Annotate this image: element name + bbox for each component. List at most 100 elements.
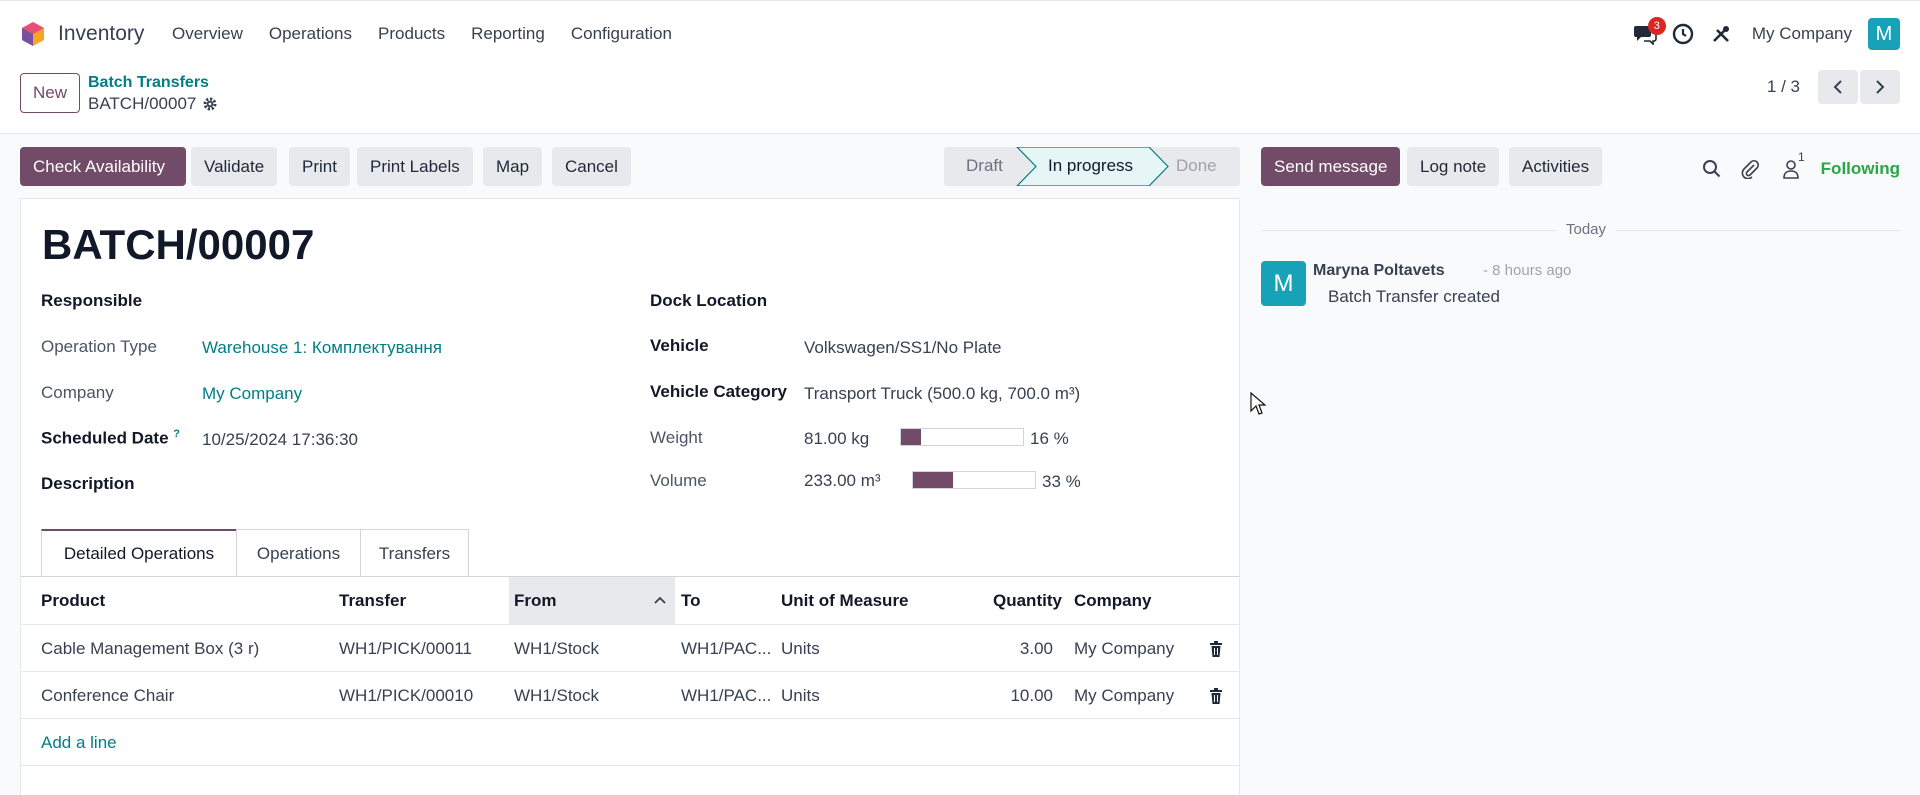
vehicle-category-label: Vehicle Category	[650, 382, 788, 401]
weight-label: Weight	[650, 428, 703, 447]
form-sheet: BATCH/00007 Responsible Operation Type W…	[20, 198, 1240, 795]
column-header-unit-of-measure[interactable]: Unit of Measure	[781, 591, 909, 611]
column-header-product[interactable]: Product	[41, 591, 105, 611]
message-time: - 8 hours ago	[1483, 262, 1572, 279]
breadcrumb-batch-transfers[interactable]: Batch Transfers	[88, 74, 209, 92]
cell-from[interactable]: WH1/Stock	[514, 686, 599, 706]
cell-company[interactable]: My Company	[1074, 686, 1174, 706]
chevron-right-icon	[1876, 80, 1885, 94]
scheduled-date-help-icon[interactable]: ?	[173, 428, 180, 440]
row-divider	[21, 718, 1239, 719]
volume-label: Volume	[650, 471, 707, 490]
search-icon[interactable]	[1695, 152, 1729, 186]
trash-icon[interactable]	[1209, 641, 1223, 657]
status-draft[interactable]: Draft	[966, 156, 1003, 176]
description-label: Description	[41, 474, 135, 493]
vehicle-field[interactable]: Volkswagen/SS1/No Plate	[804, 338, 1002, 358]
activity-clock-icon[interactable]	[1666, 17, 1700, 51]
cell-quantity[interactable]: 10.00	[961, 686, 1053, 706]
volume-progress-fill	[913, 472, 954, 488]
chatter-topbar-icons: 1 Following	[1691, 150, 1900, 186]
cancel-button[interactable]: Cancel	[552, 147, 631, 186]
validate-button[interactable]: Validate	[191, 147, 278, 186]
weight-percent: 16 %	[1030, 429, 1069, 448]
cell-product[interactable]: Conference Chair	[41, 686, 174, 706]
column-header-to[interactable]: To	[681, 591, 701, 611]
pager-value[interactable]: 1 / 3	[1767, 77, 1800, 97]
cell-unit-of-measure[interactable]: Units	[781, 639, 820, 659]
app-logo-icon[interactable]	[20, 21, 46, 47]
cell-company[interactable]: My Company	[1074, 639, 1174, 659]
print-labels-button[interactable]: Print Labels	[357, 147, 473, 186]
pager-previous-button[interactable]	[1818, 70, 1858, 104]
send-message-button[interactable]: Send message	[1261, 147, 1401, 186]
sort-ascending-icon[interactable]	[653, 595, 667, 605]
tab-transfers[interactable]: Transfers	[360, 529, 469, 577]
followers-icon[interactable]: 1	[1771, 150, 1811, 186]
scheduled-date-label: Scheduled Date ?	[41, 428, 180, 449]
breadcrumb-current-label: BATCH/00007	[88, 94, 197, 113]
cell-to[interactable]: WH1/PAC...	[681, 639, 771, 659]
header-divider	[21, 624, 1239, 625]
menu-item-products[interactable]: Products	[378, 24, 445, 44]
vehicle-category-field[interactable]: Transport Truck (500.0 kg, 700.0 m³)	[804, 384, 1080, 404]
menu-item-configuration[interactable]: Configuration	[571, 24, 672, 44]
add-line-link[interactable]: Add a line	[41, 733, 117, 753]
cell-product[interactable]: Cable Management Box (3 r)	[41, 639, 259, 659]
cell-from[interactable]: WH1/Stock	[514, 639, 599, 659]
weight-progress-bar	[900, 428, 1024, 446]
company-switcher[interactable]: My Company	[1752, 24, 1852, 44]
messages-icon[interactable]: 3	[1628, 17, 1666, 51]
status-done[interactable]: Done	[1176, 156, 1217, 176]
check-availability-button[interactable]: Check Availability	[20, 147, 186, 186]
gear-icon[interactable]	[202, 96, 218, 112]
cell-quantity[interactable]: 3.00	[961, 639, 1053, 659]
column-header-from[interactable]: From	[514, 591, 557, 611]
column-header-quantity[interactable]: Quantity	[993, 591, 1062, 611]
date-separator-label: Today	[1556, 221, 1617, 238]
tools-icon[interactable]	[1704, 17, 1738, 51]
volume-progress-bar	[912, 471, 1036, 489]
menu-item-operations[interactable]: Operations	[269, 24, 352, 44]
column-header-transfer[interactable]: Transfer	[339, 591, 406, 611]
tab-operations[interactable]: Operations	[236, 529, 361, 577]
vehicle-label: Vehicle	[650, 336, 709, 355]
scheduled-date-field[interactable]: 10/25/2024 17:36:30	[202, 430, 358, 450]
followers-count: 1	[1797, 150, 1805, 164]
chevron-left-icon	[1833, 80, 1842, 94]
trash-icon[interactable]	[1209, 688, 1223, 704]
print-button[interactable]: Print	[289, 147, 350, 186]
scheduled-date-label-text: Scheduled Date	[41, 428, 169, 448]
row-divider	[21, 671, 1239, 672]
navbar-systray: 3 My Company M	[1624, 17, 1900, 51]
message-author[interactable]: Maryna Poltavets	[1313, 262, 1445, 280]
following-toggle[interactable]: Following	[1821, 159, 1900, 179]
top-navbar: Inventory Overview Operations Products R…	[0, 0, 1920, 66]
cell-unit-of-measure[interactable]: Units	[781, 686, 820, 706]
cell-to[interactable]: WH1/PAC...	[681, 686, 771, 706]
operation-type-field[interactable]: Warehouse 1: Комплектування	[202, 338, 442, 358]
new-button[interactable]: New	[20, 73, 81, 113]
status-in-progress[interactable]: In progress	[1048, 156, 1133, 176]
menu-item-overview[interactable]: Overview	[172, 24, 243, 44]
column-header-company[interactable]: Company	[1074, 591, 1151, 611]
tab-detailed-operations[interactable]: Detailed Operations	[41, 529, 237, 577]
map-button[interactable]: Map	[483, 147, 543, 186]
table-bottom-divider	[21, 765, 1239, 766]
dock-location-label: Dock Location	[650, 291, 768, 310]
cell-transfer[interactable]: WH1/PICK/00010	[339, 686, 473, 706]
breadcrumb-current: BATCH/00007	[88, 94, 218, 114]
message-author-avatar[interactable]: M	[1261, 261, 1306, 306]
pager-next-button[interactable]	[1860, 70, 1900, 104]
menu-item-reporting[interactable]: Reporting	[471, 24, 545, 44]
cell-transfer[interactable]: WH1/PICK/00011	[339, 639, 472, 659]
activities-button[interactable]: Activities	[1509, 147, 1603, 186]
status-bar: Draft In progress Done	[944, 147, 1240, 186]
app-name[interactable]: Inventory	[58, 22, 144, 46]
user-avatar[interactable]: M	[1868, 18, 1900, 50]
record-title[interactable]: BATCH/00007	[42, 221, 314, 269]
paperclip-icon[interactable]	[1733, 152, 1767, 186]
weight-field: 81.00 kg	[804, 429, 870, 448]
log-note-button[interactable]: Log note	[1407, 147, 1500, 186]
company-field[interactable]: My Company	[202, 384, 302, 404]
